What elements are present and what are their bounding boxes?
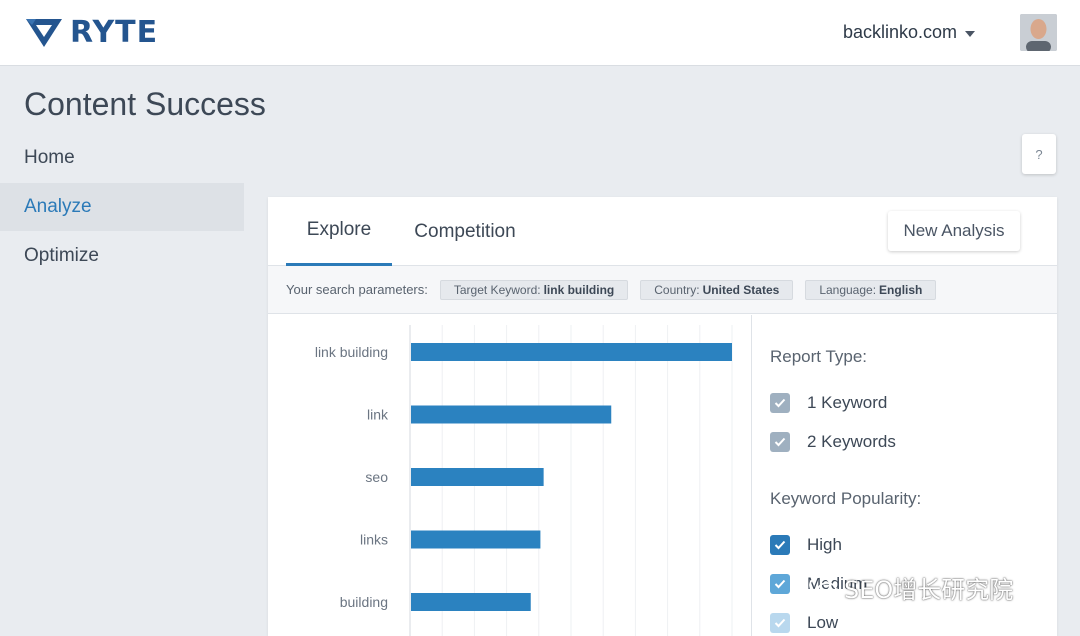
page-title: Content Success xyxy=(24,86,266,122)
keyword-bar[interactable] xyxy=(411,405,612,424)
tab-explore[interactable]: Explore xyxy=(286,197,392,266)
chip-key: Target Keyword: xyxy=(453,282,541,297)
category-label: link xyxy=(367,407,389,423)
watermark: SEO增长研究院 xyxy=(808,570,1013,604)
checkbox-checked-icon[interactable] xyxy=(770,535,790,555)
sidebar-item-label: Analyze xyxy=(24,196,92,217)
keyword-bar[interactable] xyxy=(411,593,531,611)
chip-value: English xyxy=(879,282,923,297)
category-label: links xyxy=(360,532,388,548)
tab-competition[interactable]: Competition xyxy=(406,197,524,266)
chip-key: Language: xyxy=(819,282,877,297)
param-chip-target-keyword: Target Keyword: link building xyxy=(439,279,629,300)
keyword-chart: link building link seo links building xyxy=(268,315,752,636)
report-type-heading: Report Type: xyxy=(770,347,868,366)
sidebar-item-label: Optimize xyxy=(24,245,99,266)
tab-bar: Explore Competition New Analysis xyxy=(268,197,1057,266)
watermark-text: SEO增长研究院 xyxy=(844,575,1014,604)
tab-label: Explore xyxy=(306,219,372,240)
chip-key: Country: xyxy=(654,282,700,297)
ryte-diamond-icon xyxy=(26,19,62,47)
sidebar-item-optimize[interactable]: Optimize xyxy=(0,232,244,280)
keyword-popularity-heading: Keyword Popularity: xyxy=(770,489,922,508)
keyword-bar[interactable] xyxy=(411,343,732,361)
chevron-down-icon xyxy=(965,30,976,37)
filter-label: 1 Keyword xyxy=(807,393,888,412)
keyword-bar[interactable] xyxy=(411,468,544,486)
domain-selector[interactable]: backlinko.com xyxy=(843,22,976,43)
chip-value: link building xyxy=(543,282,615,297)
sidebar-item-analyze[interactable]: Analyze xyxy=(0,183,244,231)
filter-label: High xyxy=(807,535,842,554)
checkbox-checked-icon[interactable] xyxy=(770,432,790,452)
category-label: seo xyxy=(365,469,388,485)
help-button[interactable]: ? xyxy=(1022,134,1056,174)
category-label: link building xyxy=(315,344,388,360)
filter-label: 2 Keywords xyxy=(807,432,896,451)
checkbox-checked-icon[interactable] xyxy=(770,613,790,633)
filter-label: Low xyxy=(807,613,839,632)
sidebar-item-home[interactable]: Home xyxy=(0,134,244,182)
keyword-bar-chart: link building link seo links building xyxy=(315,325,733,636)
keyword-bar[interactable] xyxy=(411,530,541,549)
domain-label: backlinko.com xyxy=(843,22,958,42)
search-parameters-bar: Your search parameters: Target Keyword: … xyxy=(268,266,1057,314)
avatar-icon xyxy=(1020,14,1057,51)
param-chip-language: Language: English xyxy=(805,279,937,300)
user-avatar[interactable] xyxy=(1020,14,1057,51)
checkbox-checked-icon[interactable] xyxy=(770,393,790,413)
ryte-logo[interactable]: RYTE xyxy=(24,14,158,50)
category-label: building xyxy=(340,594,388,610)
new-analysis-button[interactable]: New Analysis xyxy=(888,211,1020,251)
filter-1-keyword[interactable]: 1 Keyword xyxy=(770,391,887,415)
checkbox-checked-icon[interactable] xyxy=(770,574,790,594)
filter-low[interactable]: Low xyxy=(770,611,838,635)
wechat-icon xyxy=(809,576,837,598)
logo-text: RYTE xyxy=(70,14,159,50)
param-chip-country: Country: United States xyxy=(640,279,794,300)
search-parameters-label: Your search parameters: xyxy=(286,282,428,297)
chip-value: United States xyxy=(702,282,780,297)
filter-high[interactable]: High xyxy=(770,533,842,557)
top-bar: RYTE backlinko.com xyxy=(0,0,1080,66)
tab-label: Competition xyxy=(414,220,516,242)
sidebar-item-label: Home xyxy=(24,147,75,168)
filter-2-keywords[interactable]: 2 Keywords xyxy=(770,430,896,454)
